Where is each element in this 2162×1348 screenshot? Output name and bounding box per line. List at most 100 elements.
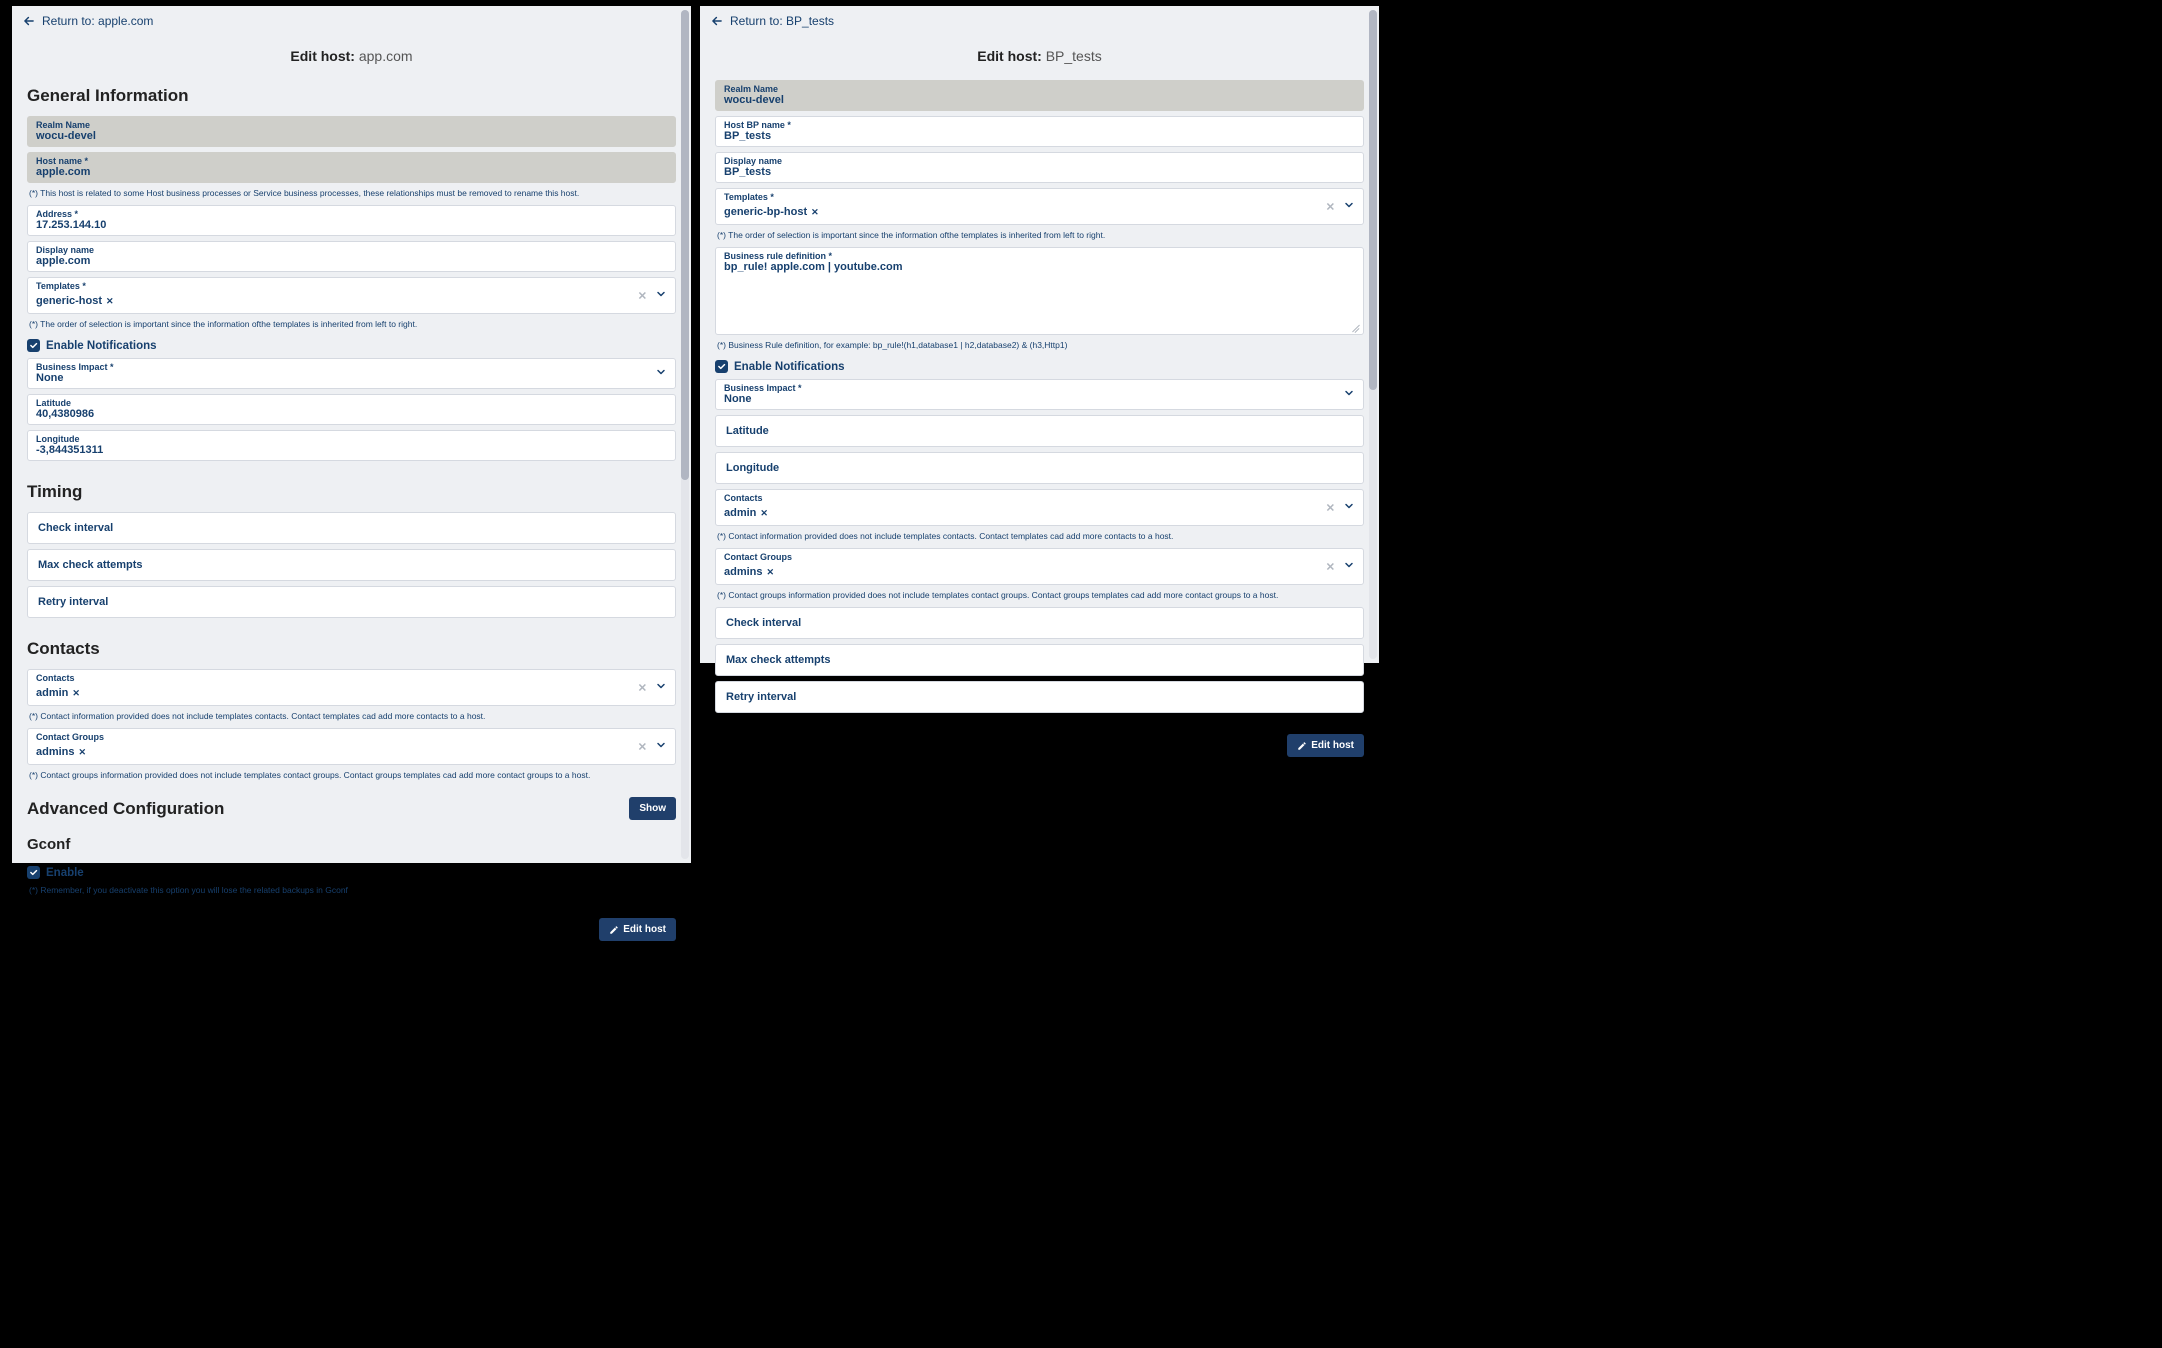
contact-groups-field[interactable]: Contact Groups admins ✕ ✕ xyxy=(715,548,1364,585)
chip-remove-icon[interactable]: ✕ xyxy=(760,508,768,519)
business-rule-definition-field[interactable]: Business rule definition * bp_rule! appl… xyxy=(715,247,1364,335)
contacts-note: (*) Contact information provided does no… xyxy=(715,531,1364,548)
max-check-attempts-field[interactable]: Max check attempts xyxy=(27,549,676,581)
checkbox-checked-icon[interactable] xyxy=(27,339,40,352)
chip-label: admin xyxy=(724,507,756,519)
chevron-down-icon[interactable] xyxy=(1343,558,1355,576)
field-label: Contacts xyxy=(724,493,1355,503)
contact-groups-field[interactable]: Contact Groups admins ✕ ✕ xyxy=(27,728,676,765)
clear-icon[interactable]: ✕ xyxy=(1326,560,1335,573)
field-value: BP_tests xyxy=(724,166,1355,178)
clear-icon[interactable]: ✕ xyxy=(638,289,647,302)
latitude-field[interactable]: Latitude 40,4380986 xyxy=(27,394,676,425)
field-value: -3,844351311 xyxy=(36,444,667,456)
enable-notifications-row[interactable]: Enable Notifications xyxy=(715,357,1364,379)
chip-remove-icon[interactable]: ✕ xyxy=(811,207,819,218)
host-bp-name-field[interactable]: Host BP name * BP_tests xyxy=(715,116,1364,147)
title-value: app.com xyxy=(359,48,413,64)
back-label: Return to: BP_tests xyxy=(730,14,834,28)
enable-notifications-row[interactable]: Enable Notifications xyxy=(27,336,676,358)
field-value: None xyxy=(36,372,667,384)
display-name-field[interactable]: Display name BP_tests xyxy=(715,152,1364,183)
back-link[interactable]: Return to: apple.com xyxy=(12,6,691,36)
field-label: Host name * xyxy=(36,156,667,166)
contacts-field[interactable]: Contacts admin ✕ ✕ xyxy=(715,489,1364,526)
scrollbar-thumb[interactable] xyxy=(1369,10,1377,390)
heading-gconf: Gconf xyxy=(27,830,676,863)
title-prefix: Edit host: xyxy=(977,48,1042,64)
retry-interval-field[interactable]: Retry interval xyxy=(27,586,676,618)
clear-icon[interactable]: ✕ xyxy=(1326,501,1335,514)
chevron-down-icon[interactable] xyxy=(1343,198,1355,216)
checkbox-label: Enable Notifications xyxy=(46,340,157,352)
brd-note: (*) Business Rule definition, for exampl… xyxy=(715,340,1364,357)
field-value: apple.com xyxy=(36,166,667,178)
field-value: Longitude xyxy=(726,462,1353,474)
business-impact-field[interactable]: Business Impact * None xyxy=(27,358,676,389)
check-interval-field[interactable]: Check interval xyxy=(715,607,1364,639)
chip-remove-icon[interactable]: ✕ xyxy=(79,747,87,758)
display-name-field[interactable]: Display name apple.com xyxy=(27,241,676,272)
field-label: Realm Name xyxy=(36,120,667,130)
contact-chip: admin ✕ xyxy=(36,687,80,699)
chip-remove-icon[interactable]: ✕ xyxy=(767,567,775,578)
chevron-down-icon[interactable] xyxy=(655,365,667,383)
check-interval-field[interactable]: Check interval xyxy=(27,512,676,544)
latitude-field[interactable]: Latitude xyxy=(715,415,1364,447)
show-button[interactable]: Show xyxy=(629,797,676,820)
business-impact-field[interactable]: Business Impact * None xyxy=(715,379,1364,410)
chevron-down-icon[interactable] xyxy=(655,679,667,697)
enable-gconf-row[interactable]: Enable xyxy=(27,863,676,885)
chip-label: generic-bp-host xyxy=(724,206,807,218)
retry-interval-field[interactable]: Retry interval xyxy=(715,681,1364,713)
field-label: Templates * xyxy=(36,281,667,291)
title-prefix: Edit host: xyxy=(290,48,355,64)
group-chip: admins ✕ xyxy=(36,746,86,758)
field-label: Business Impact * xyxy=(724,383,1355,393)
max-check-attempts-field[interactable]: Max check attempts xyxy=(715,644,1364,676)
section-main: Realm Name wocu-devel Host BP name * BP_… xyxy=(700,80,1379,728)
field-value: Retry interval xyxy=(726,691,1353,703)
back-link[interactable]: Return to: BP_tests xyxy=(700,6,1379,36)
field-label: Host BP name * xyxy=(724,120,1355,130)
chip-remove-icon[interactable]: ✕ xyxy=(106,296,114,307)
chip-label: admins xyxy=(724,566,763,578)
gconf-note: (*) Remember, if you deactivate this opt… xyxy=(27,885,676,902)
resize-handle-icon[interactable] xyxy=(1351,322,1361,332)
clear-icon[interactable]: ✕ xyxy=(638,740,647,753)
chip-label: generic-host xyxy=(36,295,102,307)
heading-contacts: Contacts xyxy=(27,633,676,669)
clear-icon[interactable]: ✕ xyxy=(638,681,647,694)
edit-host-button[interactable]: Edit host xyxy=(1287,734,1364,757)
templates-field[interactable]: Templates * generic-host ✕ ✕ xyxy=(27,277,676,314)
chevron-down-icon[interactable] xyxy=(1343,386,1355,404)
contacts-field[interactable]: Contacts admin ✕ ✕ xyxy=(27,669,676,706)
chevron-down-icon[interactable] xyxy=(1343,499,1355,517)
checkbox-checked-icon[interactable] xyxy=(715,360,728,373)
template-chip: generic-host ✕ xyxy=(36,295,114,307)
chevron-down-icon[interactable] xyxy=(655,738,667,756)
field-label: Business Impact * xyxy=(36,362,667,372)
templates-field[interactable]: Templates * generic-bp-host ✕ ✕ xyxy=(715,188,1364,225)
longitude-field[interactable]: Longitude xyxy=(715,452,1364,484)
page-title: Edit host: BP_tests xyxy=(700,36,1379,80)
template-chip: generic-bp-host ✕ xyxy=(724,206,819,218)
clear-icon[interactable]: ✕ xyxy=(1326,200,1335,213)
chip-remove-icon[interactable]: ✕ xyxy=(72,688,80,699)
field-value: Max check attempts xyxy=(726,654,1353,666)
realm-name-field: Realm Name wocu-devel xyxy=(27,116,676,147)
longitude-field[interactable]: Longitude -3,844351311 xyxy=(27,430,676,461)
address-field[interactable]: Address * 17.253.144.10 xyxy=(27,205,676,236)
chip-label: admins xyxy=(36,746,75,758)
groups-note: (*) Contact groups information provided … xyxy=(27,770,676,787)
arrow-left-icon xyxy=(22,14,36,28)
title-value: BP_tests xyxy=(1046,48,1102,64)
chevron-down-icon[interactable] xyxy=(655,287,667,305)
field-value: apple.com xyxy=(36,255,667,267)
checkbox-checked-icon[interactable] xyxy=(27,866,40,879)
heading-timing: Timing xyxy=(27,476,676,512)
edit-host-button[interactable]: Edit host xyxy=(599,918,676,941)
button-label: Edit host xyxy=(623,924,666,935)
scrollbar-thumb[interactable] xyxy=(681,10,689,480)
contacts-note: (*) Contact information provided does no… xyxy=(27,711,676,728)
